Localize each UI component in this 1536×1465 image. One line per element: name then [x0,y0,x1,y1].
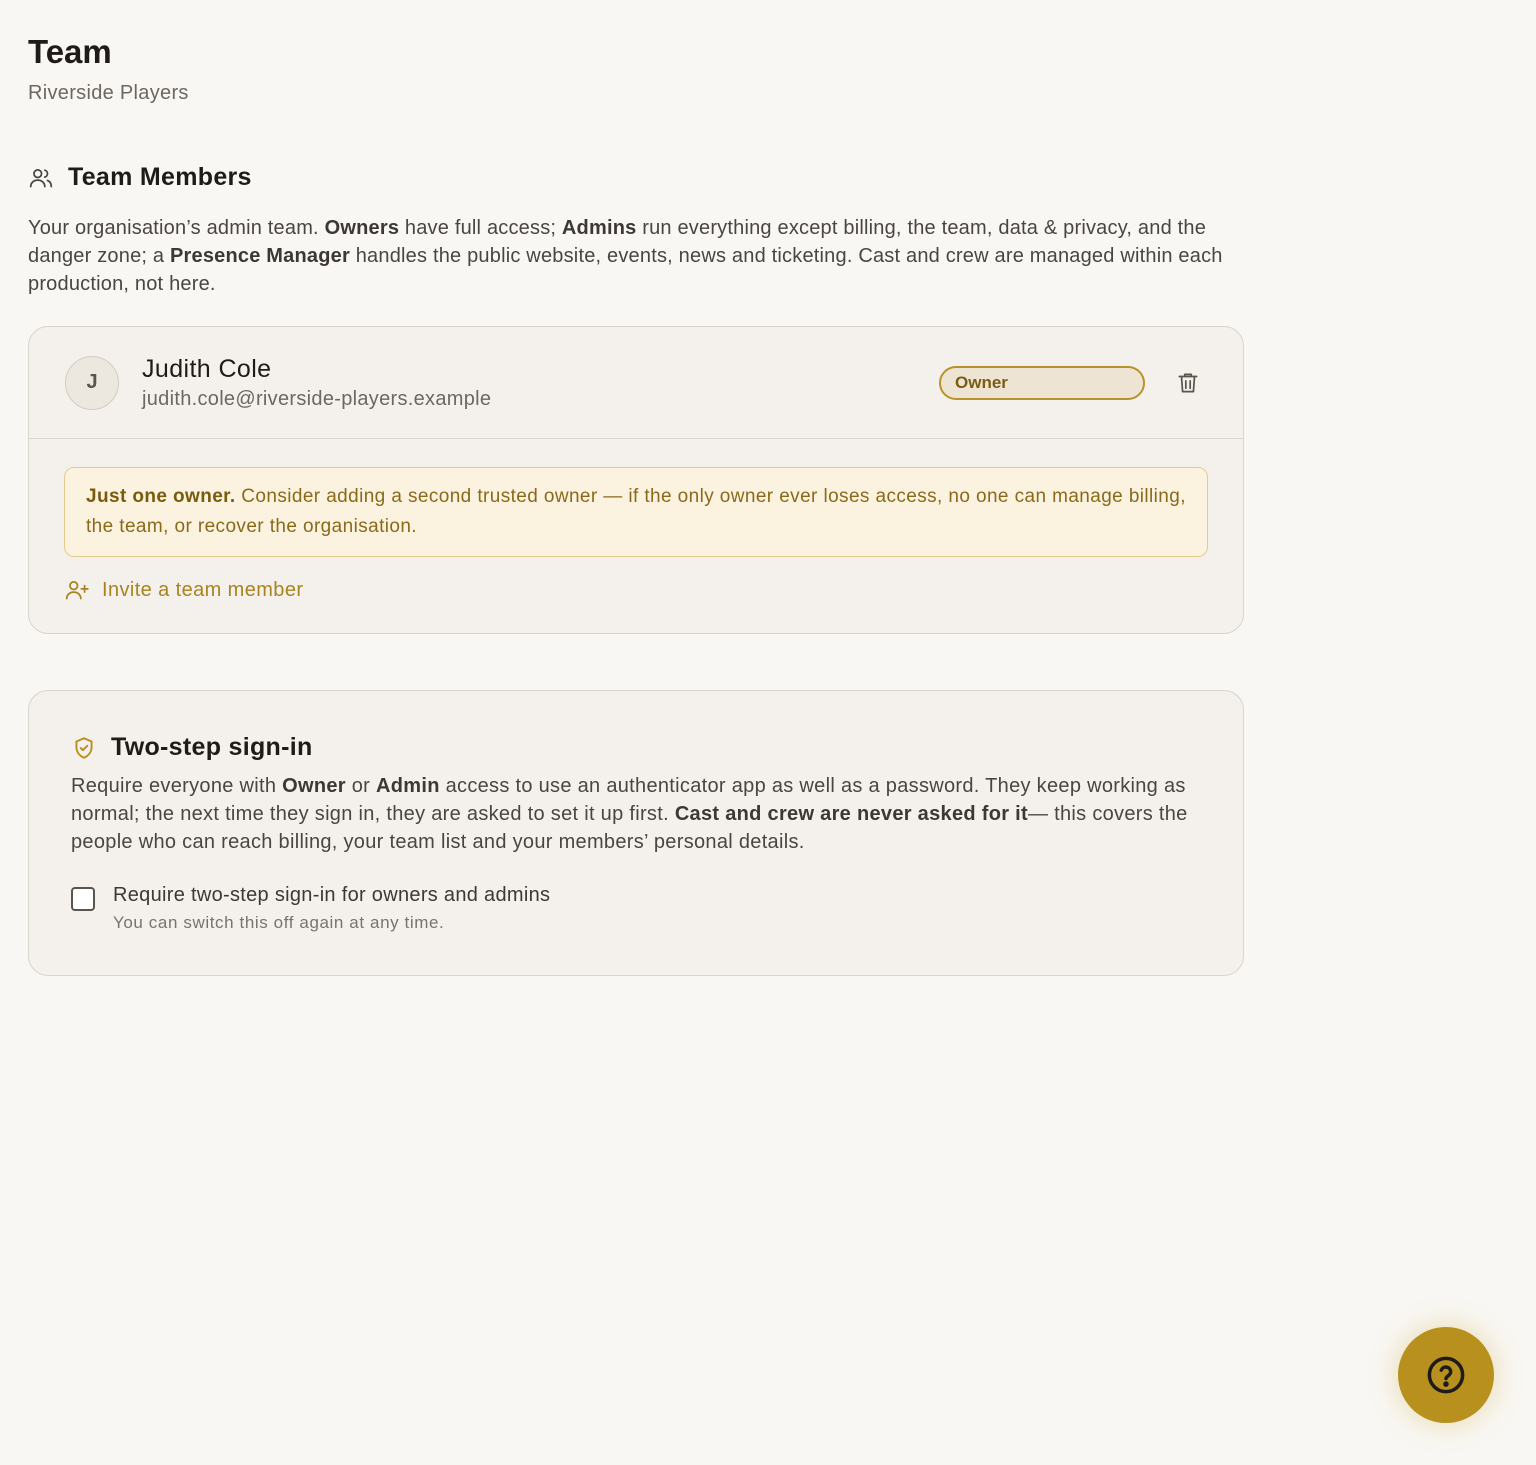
users-icon [29,168,53,188]
team-members-heading: Team Members [68,163,252,191]
two-step-option-text: Require two-step sign-in for owners and … [113,884,550,933]
page-subtitle: Riverside Players [28,82,189,104]
team-members-card: J Judith Cole judith.cole@riverside-play… [28,326,1244,634]
member-name: Judith Cole [142,354,272,383]
invite-member-label: Invite a team member [102,578,304,601]
single-owner-warning: Just one owner. Consider adding a second… [64,467,1208,557]
team-members-card-body: Just one owner. Consider adding a second… [29,439,1243,633]
require-two-step-label[interactable]: Require two-step sign-in for owners and … [113,884,550,907]
team-members-intro: Your organisation’s admin team. Owners h… [28,217,1223,295]
shield-check-icon [75,736,93,759]
two-step-description: Require everyone with Owner or Admin acc… [71,775,1188,853]
team-members-header: Team Members [28,163,1244,192]
role-select[interactable]: Owner [939,365,1145,400]
trash-icon[interactable] [1175,370,1201,396]
avatar: J [65,355,119,410]
user-plus-icon [65,581,89,600]
two-step-header: Two-step sign-in [71,733,1201,762]
member-row: J Judith Cole judith.cole@riverside-play… [29,327,1243,439]
member-email: judith.cole@riverside-players.example [142,387,492,410]
team-page: Team Riverside Players Team Members Your… [28,30,1244,976]
require-two-step-hint: You can switch this off again at any tim… [113,913,445,932]
member-info: Judith Cole judith.cole@riverside-player… [142,355,939,411]
help-button[interactable] [1398,1327,1494,1423]
require-two-step-checkbox[interactable] [71,887,95,911]
help-circle-icon [1427,1356,1465,1394]
two-step-option: Require two-step sign-in for owners and … [71,884,1201,933]
page-title: Team [28,33,112,70]
invite-member-link[interactable]: Invite a team member [64,577,1208,603]
two-step-card: Two-step sign-in Require everyone with O… [28,690,1244,976]
two-step-heading: Two-step sign-in [111,733,313,761]
